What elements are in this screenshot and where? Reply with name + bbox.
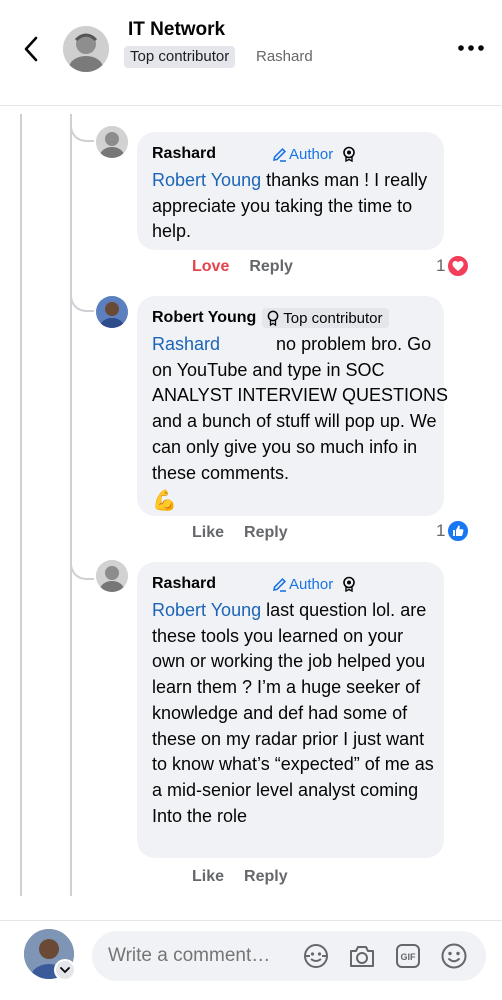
group-title[interactable]: IT Network: [128, 19, 225, 41]
reaction-count[interactable]: 1: [436, 520, 470, 542]
comment-input-box[interactable]: GIF: [92, 931, 486, 981]
gif-icon: GIF: [396, 944, 420, 968]
avatar-frame-button[interactable]: [302, 942, 330, 970]
author-tag: Author: [272, 146, 333, 163]
chevron-down-icon: [60, 966, 70, 973]
reply-button[interactable]: Reply: [244, 524, 288, 542]
more-options-button[interactable]: [456, 38, 486, 58]
like-button[interactable]: Like: [192, 524, 224, 542]
comment-input[interactable]: [108, 931, 288, 981]
avatar[interactable]: [96, 126, 128, 158]
reaction-count[interactable]: 1: [436, 255, 470, 277]
pencil-icon: [273, 147, 287, 162]
comment-text: Robert Young last question lol. are thes…: [152, 600, 434, 826]
author-tag: Author: [272, 576, 333, 593]
comment-bubble: Rashard Author Robert Young last questio…: [137, 562, 444, 858]
more-icon: [458, 45, 484, 51]
chevron-left-icon: [24, 36, 38, 62]
thread-connector: [70, 118, 94, 142]
reply-button[interactable]: Reply: [244, 868, 288, 886]
avatar-frame-icon: [304, 944, 328, 968]
top-contributor-badge: Top contributor: [124, 46, 236, 68]
comment-author[interactable]: Robert Young: [152, 309, 256, 327]
comment-bubble: Rashard Author Robert Young thanks man !…: [137, 132, 444, 250]
comment-author[interactable]: Rashard: [152, 575, 216, 593]
medal-icon: [267, 310, 279, 326]
thread-connector: [70, 556, 94, 580]
comment-actions: Love Reply: [192, 258, 293, 276]
pencil-icon: [273, 577, 287, 592]
like-button[interactable]: Like: [192, 868, 224, 886]
comment-actions: Like Reply: [192, 868, 288, 886]
avatar[interactable]: [96, 296, 128, 328]
comment-actions: Like Reply: [192, 524, 288, 542]
avatar[interactable]: [96, 560, 128, 592]
medal-icon: [343, 146, 356, 162]
camera-icon: [350, 946, 374, 967]
top-contributor-tag: Top contributor: [262, 308, 389, 328]
emoji-icon: [441, 943, 467, 969]
profile-switch-button[interactable]: [54, 959, 76, 981]
medal-icon: [343, 576, 356, 592]
thread-connector: [70, 288, 94, 312]
comment-author[interactable]: Rashard: [152, 145, 216, 163]
like-icon: [447, 520, 470, 542]
comment-text: Robert Young thanks man ! I really appre…: [152, 170, 428, 242]
comment-composer: GIF: [0, 920, 502, 1000]
group-avatar[interactable]: [63, 26, 109, 72]
thread-line-outer: [20, 114, 22, 896]
heart-icon: [447, 255, 470, 277]
mention-link[interactable]: Robert Young: [152, 600, 261, 620]
comment-bubble: Robert Young Top contributor Rashard no p…: [137, 296, 448, 516]
comment-text: Rashard no problem bro. Go on YouTube and…: [152, 334, 449, 483]
flexed-biceps-emoji: 💪: [152, 490, 177, 513]
mention-link[interactable]: Robert Young: [152, 170, 261, 190]
mention-link[interactable]: Rashard: [152, 334, 220, 354]
love-button[interactable]: Love: [192, 258, 229, 276]
reply-button[interactable]: Reply: [249, 258, 293, 276]
header-username[interactable]: Rashard: [256, 48, 313, 65]
header: IT Network Top contributor Rashard: [0, 0, 502, 106]
emoji-button[interactable]: [440, 942, 468, 970]
gif-button[interactable]: GIF: [394, 942, 422, 970]
svg-text:GIF: GIF: [401, 952, 417, 962]
thread-line-inner: [70, 114, 72, 896]
camera-button[interactable]: [348, 942, 376, 970]
back-button[interactable]: [16, 32, 46, 66]
